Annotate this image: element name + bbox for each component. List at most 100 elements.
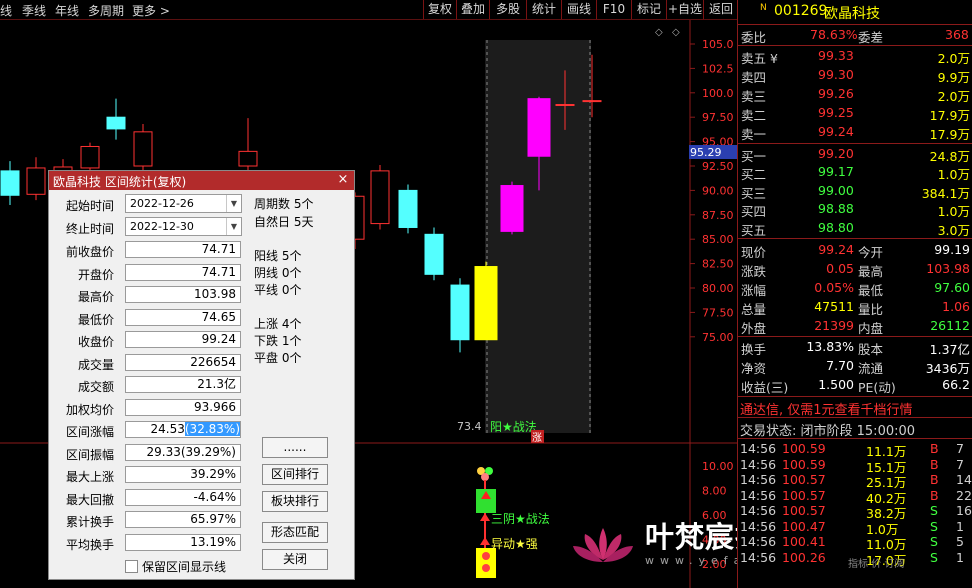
signal-dot-icon	[482, 564, 490, 572]
field-value[interactable]: 226654	[125, 353, 241, 371]
toolbar-back-button[interactable]: 返回	[703, 0, 738, 19]
strategy-label-3: 异动★强	[491, 537, 538, 551]
stock-name: 欧晶科技	[824, 6, 880, 22]
field-label: 最高价	[77, 290, 114, 304]
stat-row: 换手 13.83% 股本 1.37亿	[741, 339, 970, 357]
ad-text[interactable]: 通达信, 仅需1元查看千档行情	[740, 399, 913, 418]
price-tick-label: 85.00	[702, 233, 734, 246]
signal-dot-icon	[482, 552, 490, 560]
buy-level-row: 买四 98.88 1.0万	[741, 201, 970, 220]
field-value[interactable]: 13.19%	[125, 533, 241, 551]
field-label: 成交额	[77, 380, 114, 394]
toolbar-add-favorite-button[interactable]: +自选	[666, 0, 703, 19]
toolbar-stats-button[interactable]: 统计	[526, 0, 561, 19]
field-label: 累计换手	[65, 515, 114, 529]
field-label: 区间涨幅	[65, 425, 114, 439]
field-value[interactable]: 74.71	[125, 241, 241, 258]
sell-level-row: 卖一 99.24 17.9万	[741, 124, 970, 142]
candle	[500, 181, 524, 235]
toolbar-mark-button[interactable]: 标记	[631, 0, 666, 19]
close-icon[interactable]: ×	[336, 172, 350, 187]
close-button[interactable]: 关闭	[262, 549, 328, 570]
period-count: 周期数 5个	[254, 197, 314, 211]
natural-days: 自然日 5天	[254, 215, 314, 229]
field-label: 最大回撤	[65, 492, 114, 507]
stat-row: 涨跌 0.05 最高 103.98	[741, 261, 970, 279]
field-value[interactable]: 24.53(32.83%)	[125, 421, 241, 438]
toolbar-tab-multiperiod[interactable]: 多周期	[88, 2, 124, 19]
current-price-tag: 95.29	[690, 146, 722, 159]
field-value[interactable]: 29.33(39.29%)	[125, 443, 241, 461]
sector-rank-button[interactable]: 板块排行	[262, 491, 328, 512]
field-value[interactable]: 99.24	[125, 331, 241, 348]
candle	[424, 227, 444, 281]
price-tick-label: 80.00	[702, 282, 734, 295]
arrow-up-icon	[480, 537, 490, 545]
field-value[interactable]: 65.97%	[125, 511, 241, 528]
field-label: 收盘价	[77, 335, 114, 349]
volume-tick-label: 8.00	[702, 485, 727, 498]
field-label: 最低价	[77, 312, 114, 327]
range-rank-button[interactable]: 区间排行	[262, 464, 328, 485]
trade-status: 交易状态: 闭市阶段 15:00:00	[740, 424, 916, 439]
toolbar-draw-button[interactable]: 画线	[561, 0, 596, 19]
price-tick-label: 82.50	[702, 258, 734, 271]
field-value[interactable]: 103.98	[125, 286, 241, 303]
field-label: 加权均价	[65, 402, 114, 417]
more-button[interactable]: ......	[262, 437, 328, 458]
field-label: 最大上涨	[65, 470, 114, 484]
buy-level-row: 买一 99.20 24.8万	[741, 146, 970, 164]
candle	[80, 142, 100, 173]
field-value[interactable]: 93.966	[125, 398, 241, 416]
price-tick-label: 97.50	[702, 111, 734, 124]
field-value[interactable]: 21.3亿	[125, 376, 241, 393]
field-value[interactable]: -4.64%	[125, 488, 241, 506]
price-tick-label: 102.5	[702, 62, 734, 75]
toolbar-tab-line[interactable]: 线	[0, 2, 12, 19]
start-time-picker[interactable]: 2022-12-26 ▼	[125, 194, 242, 213]
range-stats-dialog: 欧晶科技 区间统计(复权) × 起始时间 2022-12-26 ▼ 终止时间 20…	[48, 170, 355, 580]
unchanged-count: 平盘 0个	[254, 351, 302, 365]
stock-flag: N	[760, 3, 767, 13]
end-time-picker[interactable]: 2022-12-30 ▼	[125, 217, 242, 236]
dialog-titlebar[interactable]: 欧晶科技 区间统计(复权) ×	[49, 171, 354, 190]
toolbar-overlay-button[interactable]: 叠加	[456, 0, 489, 19]
buy-level-row: 买三 99.00 384.1万	[741, 182, 970, 201]
sell-level-row: 卖五 ¥99.33 2.0万	[741, 48, 970, 66]
field-value[interactable]: 74.71	[125, 263, 241, 281]
toolbar-tab-year[interactable]: 年线	[55, 2, 79, 19]
toolbar-tab-season[interactable]: 季线	[22, 2, 46, 19]
diamond-icon: ◇	[655, 27, 663, 38]
quote-panel: N 001269 欧晶科技 委比 78.63% 委差 368 卖五 ¥99.33…	[737, 0, 972, 588]
ad-banner: 通达信, 仅需1元查看千档行情	[738, 398, 972, 418]
pattern-match-button[interactable]: 形态匹配	[262, 522, 328, 543]
bottom-tabs-partial: 指标 价 订阅	[848, 559, 905, 570]
yin-count: 阴线 0个	[254, 266, 302, 280]
down-count: 下跌 1个	[254, 334, 302, 348]
stat-row: 总量 47511 量比 1.06	[741, 299, 970, 317]
field-value[interactable]: 74.65	[125, 308, 241, 326]
toolbar-multistock-button[interactable]: 多股	[489, 0, 526, 19]
stat-row: 现价 99.24 今开 99.19	[741, 242, 970, 260]
price-axis: 105.0102.5100.097.5095.0092.5090.0087.50…	[690, 38, 734, 344]
candle	[450, 278, 470, 353]
sell-level-row: 卖三 99.26 2.0万	[741, 86, 970, 104]
stat-row: 净资 7.70 流通 3436万	[741, 358, 970, 376]
up-count: 上涨 4个	[254, 317, 302, 331]
toolbar-tab-more[interactable]: 更多 >	[132, 2, 170, 19]
keep-range-checkbox[interactable]	[125, 560, 138, 573]
candle	[26, 157, 46, 201]
toolbar-f10-button[interactable]: F10	[596, 0, 631, 19]
price-tick-label: 92.50	[702, 160, 734, 173]
field-value[interactable]: 39.29%	[125, 466, 241, 483]
price-tick-label: 100.0	[702, 87, 734, 100]
toolbar-restore-right-button[interactable]: 复权	[423, 0, 456, 19]
stat-row: 收益(三) 1.500 PE(动) 66.2	[741, 377, 970, 395]
field-label: 开盘价	[77, 267, 114, 282]
price-tick-label: 77.50	[702, 306, 734, 319]
strategy-label-1: 阳★战法	[490, 420, 537, 434]
zhang-badge: 涨	[532, 432, 542, 444]
signal-dot-icon	[481, 473, 489, 481]
end-time-label: 终止时间	[65, 222, 114, 236]
candle	[106, 98, 126, 140]
